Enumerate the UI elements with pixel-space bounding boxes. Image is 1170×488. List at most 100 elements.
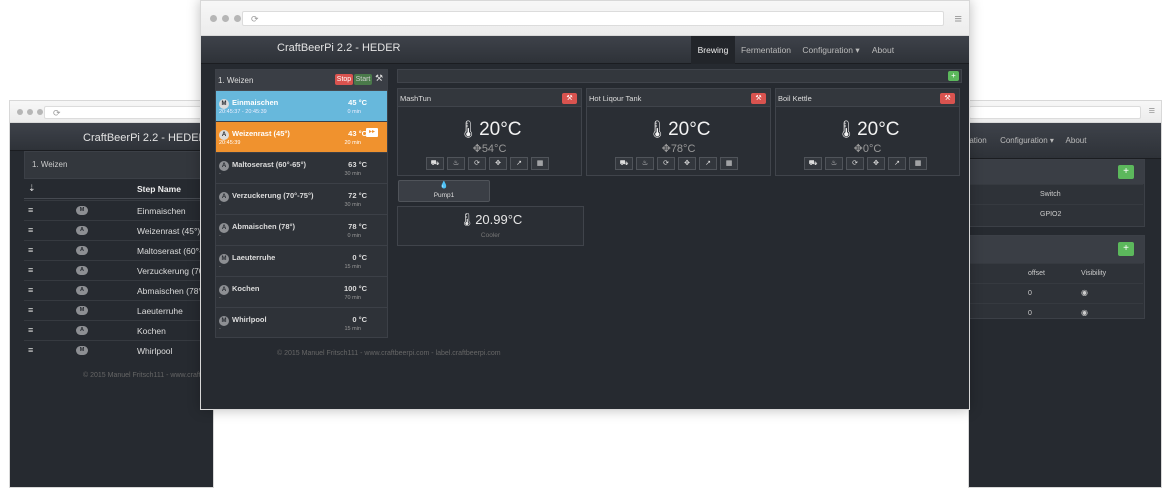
step-name: Kochen [137,326,166,336]
reload-icon[interactable]: ⟳ [251,12,259,26]
nav-configuration[interactable]: Configuration ▾ [997,123,1057,159]
step-item[interactable]: M Whirlpool 0 °C - 15 min [216,308,387,339]
step-item-active[interactable]: M Einmaischen 45 °C 20:45:37 - 20:45:39 … [216,91,387,122]
flame-icon[interactable]: ♨ [636,157,654,170]
step-duration: 15 min [344,326,361,332]
main-url-bar[interactable]: ⟳ [242,11,944,26]
step-item-running[interactable]: A Weizenrast (45°) 43 °C ▸▸ 20:45:39 20 … [216,122,387,153]
step-item[interactable]: M Laeuterruhe 0 °C - 15 min [216,246,387,277]
sensor-row[interactable]: 0 ◉ [970,283,1143,303]
step-name: Einmaischen [232,98,279,107]
car-icon[interactable]: ⛟ [804,157,822,170]
eye-icon[interactable]: ◉ [1081,288,1088,297]
step-temp: 0 °C [352,315,367,324]
left-viewport: CraftBeerPi 2.2 - HEDER 1. Weizen ⇣ Step… [10,123,213,487]
main-navbar: CraftBeerPi 2.2 - HEDER Brewing Fermenta… [201,36,969,64]
refresh-icon[interactable]: ⟳ [657,157,675,170]
switch-value: GPIO2 [1040,211,1062,218]
start-button[interactable]: Start [354,74,372,85]
reload-icon[interactable]: ⟳ [53,107,61,119]
nav-configuration-partial[interactable]: ation [969,123,987,159]
drag-handle-icon[interactable]: ≡ [28,305,33,315]
left-url-bar[interactable]: ⟳ [44,106,214,119]
nav-about[interactable]: About [867,36,899,64]
browser-menu-icon[interactable]: ≡ [954,11,962,26]
window-controls[interactable] [210,15,241,22]
target-icon[interactable]: ✥ [678,157,696,170]
right-browser-toolbar: ≡ [969,101,1161,123]
stop-button[interactable]: Stop [335,74,353,85]
kettle-settings-button[interactable]: ⚒ [562,93,577,104]
drag-handle-icon[interactable]: ≡ [28,265,33,275]
car-icon[interactable]: ⛟ [426,157,444,170]
refresh-icon[interactable]: ⟳ [468,157,486,170]
kettle-settings-button[interactable]: ⚒ [940,93,955,104]
next-step-button[interactable]: ▸▸ [366,128,378,137]
table-row[interactable]: ≡ M Laeuterruhe [24,300,204,320]
target-icon[interactable]: ✥ [867,157,885,170]
drag-handle-icon[interactable]: ≡ [28,245,33,255]
step-item[interactable]: A Maltoserast (60°-65°) 63 °C - 30 min [216,153,387,184]
left-app-title[interactable]: CraftBeerPi 2.2 - HEDER [83,132,206,144]
nav-configuration[interactable]: Configuration ▾ [799,36,863,64]
step-item[interactable]: A Kochen 100 °C - 70 min [216,277,387,308]
sort-icon[interactable]: ⇣ [28,183,36,194]
add-kettle-button[interactable]: + [948,71,959,81]
table-row[interactable]: ≡ A Verzuckerung (70 [24,260,204,280]
pump-button[interactable]: 💧 Pump1 [398,180,490,202]
app-title[interactable]: CraftBeerPi 2.2 - HEDER [277,42,400,54]
kettle-temp-value: 20°C [668,119,711,140]
drag-handle-icon[interactable]: ≡ [28,285,33,295]
add-sensor-button[interactable]: + [1118,242,1134,256]
nav-configuration-label: Configuration [802,45,853,55]
step-timestamps: - [219,233,221,239]
table-row[interactable]: ≡ M Einmaischen [24,200,204,220]
nav-brewing[interactable]: Brewing [691,36,735,64]
right-url-bar[interactable] [969,106,1141,119]
step-temp: 45 °C [348,98,367,107]
target-icon[interactable]: ✥ [489,157,507,170]
nav-about[interactable]: About [1059,123,1093,159]
kettle-current-temp: 🌡20°C [587,119,770,141]
sensor-row[interactable]: 0 ◉ [970,303,1143,319]
drag-handle-icon[interactable]: ≡ [28,325,33,335]
table-row[interactable]: ≡ A Abmaischen (78°) [24,280,205,300]
sensor-header-row: offset Visibility [970,263,1143,283]
chart-icon[interactable]: ↗ [888,157,906,170]
car-icon[interactable]: ⛟ [615,157,633,170]
refresh-icon[interactable]: ⟳ [846,157,864,170]
wrench-icon[interactable]: ⚒ [375,73,383,84]
eye-icon[interactable]: ◉ [1081,308,1088,317]
browser-menu-icon[interactable]: ≡ [1149,105,1155,117]
kettle-settings-button[interactable]: ⚒ [751,93,766,104]
table-row[interactable]: ≡ A Kochen [24,320,204,340]
calculator-icon[interactable]: ▦ [909,157,927,170]
nav-fermentation[interactable]: Fermentation [737,36,795,64]
step-name: Kochen [232,284,260,293]
chart-icon[interactable]: ↗ [510,157,528,170]
step-item[interactable]: A Abmaischen (78°) 78 °C - 0 min [216,215,387,246]
table-row[interactable]: ≡ A Weizenrast (45°) [24,220,204,240]
chart-icon[interactable]: ↗ [699,157,717,170]
step-item[interactable]: A Verzuckerung (70°-75°) 72 °C - 30 min [216,184,387,215]
calculator-icon[interactable]: ▦ [531,157,549,170]
drag-handle-icon[interactable]: ≡ [28,205,33,215]
calculator-icon[interactable]: ▦ [720,157,738,170]
step-temp: 100 °C [343,284,367,293]
table-row[interactable]: ≡ M Whirlpool [24,340,204,360]
flame-icon[interactable]: ♨ [447,157,465,170]
table-row[interactable]: ≡ A Maltoserast (60°-6 [24,240,207,260]
window-controls[interactable] [17,109,43,115]
drag-handle-icon[interactable]: ≡ [28,345,33,355]
left-browser-window: ⟳ CraftBeerPi 2.2 - HEDER 1. Weizen ⇣ St… [9,100,214,488]
left-footer: © 2015 Manuel Fritsch111 - www.craft [83,372,201,379]
kettle-header: MashTun ⚒ [398,89,581,107]
step-temp: 78 °C [348,222,367,231]
thermometer-icon: 🌡 [458,212,476,227]
mode-badge: A [76,246,88,255]
drag-handle-icon[interactable]: ≡ [28,225,33,235]
step-duration: 30 min [344,202,361,208]
flame-icon[interactable]: ♨ [825,157,843,170]
add-switch-button[interactable]: + [1118,165,1134,179]
switch-row[interactable]: GPIO2 [970,204,1143,224]
